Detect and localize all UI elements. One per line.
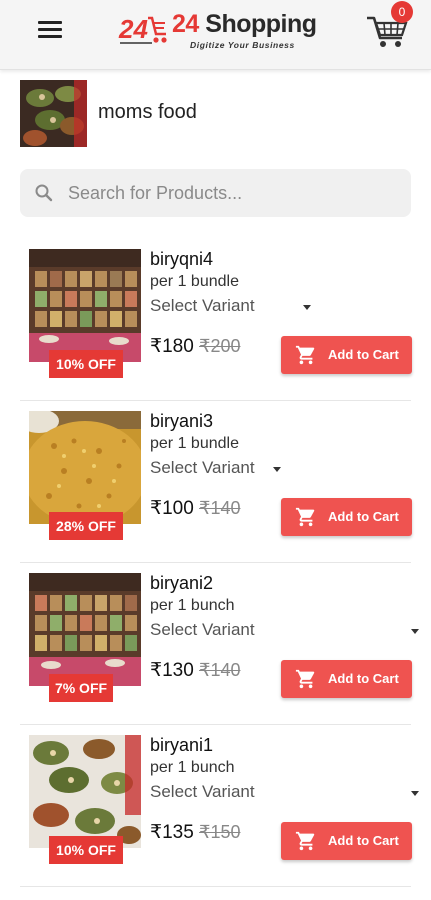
product-mrp: ₹140 <box>199 660 241 680</box>
logo-tagline: Digitize Your Business <box>190 40 295 50</box>
product-card: 10% OFF biryani1 per 1 bunch Select Vari… <box>20 725 419 887</box>
divider <box>20 886 411 887</box>
product-name[interactable]: biryani2 <box>150 573 213 594</box>
discount-badge: 10% OFF <box>49 836 123 864</box>
product-card: 10% OFF biryqni4 per 1 bundle Select Var… <box>20 239 412 401</box>
logo-mark-icon: 24 <box>118 14 167 44</box>
add-to-cart-button[interactable]: Add to Cart <box>281 822 412 860</box>
cart-icon <box>295 831 315 851</box>
product-unit: per 1 bunch <box>150 759 235 776</box>
cart-icon <box>295 507 315 527</box>
add-to-cart-label: Add to Cart <box>328 347 399 362</box>
product-card: 7% OFF biryani2 per 1 bunch Select Varia… <box>20 563 419 725</box>
product-unit: per 1 bunch <box>150 597 235 614</box>
discount-badge: 10% OFF <box>49 350 123 378</box>
product-mrp: ₹200 <box>199 336 241 356</box>
search-icon <box>35 184 53 202</box>
menu-icon[interactable] <box>36 19 64 41</box>
product-unit: per 1 bundle <box>150 435 239 452</box>
add-to-cart-button[interactable]: Add to Cart <box>281 660 412 698</box>
product-name[interactable]: biryqni4 <box>150 249 213 270</box>
variant-select[interactable]: Select Variant <box>150 620 255 640</box>
search-input[interactable] <box>68 169 398 217</box>
product-mrp: ₹150 <box>199 822 241 842</box>
chevron-down-icon[interactable] <box>411 791 419 796</box>
store-name: moms food <box>98 101 197 123</box>
brand-logo: 24 24 Shopping Digitize Your Business <box>118 10 318 56</box>
svg-text:24: 24 <box>118 14 148 44</box>
product-unit: per 1 bundle <box>150 273 239 290</box>
search-bar[interactable] <box>20 169 411 217</box>
product-image <box>29 411 141 524</box>
product-image <box>29 573 141 686</box>
variant-select[interactable]: Select Variant <box>150 782 255 802</box>
product-image <box>29 249 141 362</box>
product-price: ₹135 <box>150 822 194 843</box>
store-image <box>20 80 87 147</box>
product-name[interactable]: biryani3 <box>150 411 213 432</box>
chevron-down-icon[interactable] <box>411 629 419 634</box>
product-price: ₹130 <box>150 660 194 681</box>
add-to-cart-button[interactable]: Add to Cart <box>281 336 412 374</box>
discount-badge: 7% OFF <box>49 674 113 702</box>
product-price: ₹100 <box>150 498 194 519</box>
product-card: 28% OFF biryani3 per 1 bundle Select Var… <box>20 401 412 563</box>
discount-badge: 28% OFF <box>49 512 123 540</box>
cart-icon <box>295 669 315 689</box>
product-image <box>29 735 141 848</box>
chevron-down-icon[interactable] <box>273 467 281 472</box>
product-price: ₹180 <box>150 336 194 357</box>
add-to-cart-label: Add to Cart <box>328 671 399 686</box>
add-to-cart-label: Add to Cart <box>328 509 399 524</box>
variant-select[interactable]: Select Variant <box>150 296 255 316</box>
chevron-down-icon[interactable] <box>303 305 311 310</box>
add-to-cart-button[interactable]: Add to Cart <box>281 498 412 536</box>
cart-icon <box>295 345 315 365</box>
app-bar: 24 24 Shopping Digitize Your Business 0 <box>0 0 431 70</box>
product-name[interactable]: biryani1 <box>150 735 213 756</box>
product-mrp: ₹140 <box>199 498 241 518</box>
cart-count-badge: 0 <box>391 1 413 23</box>
add-to-cart-label: Add to Cart <box>328 833 399 848</box>
logo-title: 24 Shopping <box>172 10 317 38</box>
variant-select[interactable]: Select Variant <box>150 458 255 478</box>
